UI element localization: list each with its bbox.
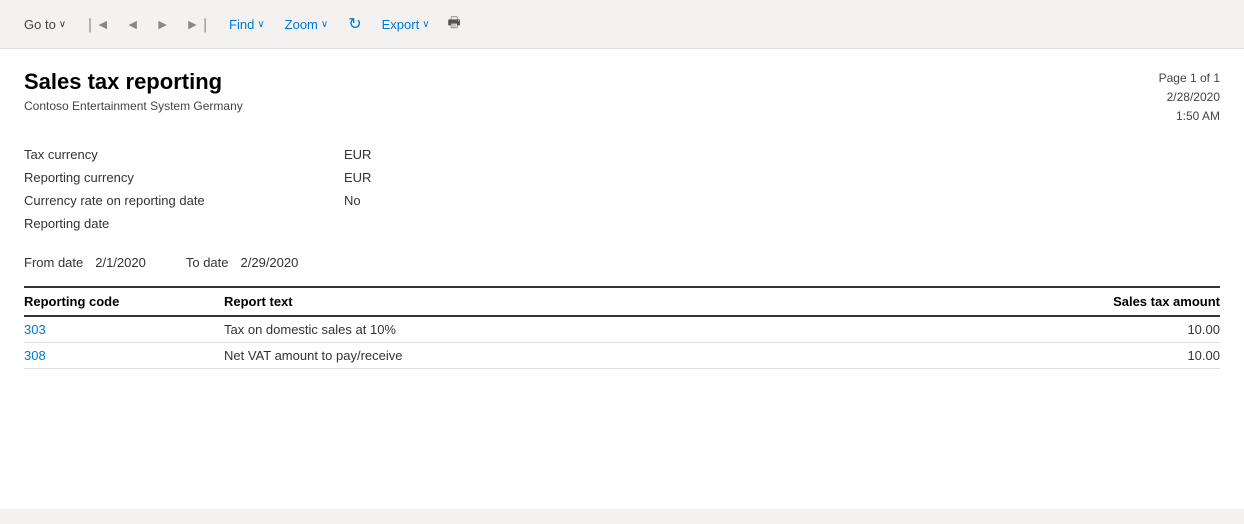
field-value-tax-currency: EUR	[344, 147, 371, 162]
table-cell-code[interactable]: 303	[24, 316, 224, 343]
page-info-line2: 2/28/2020	[1159, 88, 1220, 107]
zoom-button[interactable]: Zoom ∨	[277, 13, 337, 36]
report-header-left: Sales tax reporting Contoso Entertainmen…	[24, 69, 243, 113]
report-title: Sales tax reporting	[24, 69, 243, 95]
nav-first-button[interactable]: ❘◄	[78, 12, 116, 37]
toolbar: Go to ∨ ❘◄ ◄ ► ►❘ Find ∨ Zoom ∨ ↻ Export…	[0, 0, 1244, 49]
field-value-currency-rate: No	[344, 193, 361, 208]
date-range-row: From date 2/1/2020 To date 2/29/2020	[24, 247, 1220, 278]
col-header-code: Reporting code	[24, 287, 224, 316]
table-cell-amount: 10.00	[1060, 342, 1220, 368]
table-cell-amount: 10.00	[1060, 316, 1220, 343]
field-row-tax-currency: Tax currency EUR	[24, 143, 1220, 166]
table-row: 303Tax on domestic sales at 10%10.00	[24, 316, 1220, 343]
to-date-value: 2/29/2020	[241, 255, 299, 270]
page-info-line1: Page 1 of 1	[1159, 69, 1220, 88]
from-date-value: 2/1/2020	[95, 255, 146, 270]
export-label: Export	[382, 17, 420, 32]
print-icon: 🖶	[448, 14, 461, 30]
find-chevron-icon: ∨	[257, 19, 264, 30]
report-page-info: Page 1 of 1 2/28/2020 1:50 AM	[1159, 69, 1220, 127]
goto-label: Go to	[24, 17, 56, 32]
field-row-reporting-currency: Reporting currency EUR	[24, 166, 1220, 189]
report-table: Reporting code Report text Sales tax amo…	[24, 286, 1220, 369]
zoom-chevron-icon: ∨	[321, 19, 328, 30]
table-cell-text: Net VAT amount to pay/receive	[224, 342, 1060, 368]
field-value-reporting-currency: EUR	[344, 170, 371, 185]
refresh-button[interactable]: ↻	[340, 10, 369, 38]
report-header: Sales tax reporting Contoso Entertainmen…	[24, 69, 1220, 127]
field-label-reporting-date: Reporting date	[24, 216, 344, 231]
refresh-icon: ↻	[348, 14, 361, 34]
col-header-text: Report text	[224, 287, 1060, 316]
report-company: Contoso Entertainment System Germany	[24, 99, 243, 113]
zoom-label: Zoom	[285, 17, 318, 32]
to-date-label: To date	[186, 255, 229, 270]
table-header-row: Reporting code Report text Sales tax amo…	[24, 287, 1220, 316]
table-cell-text: Tax on domestic sales at 10%	[224, 316, 1060, 343]
goto-chevron-icon: ∨	[59, 19, 66, 30]
field-row-reporting-date: Reporting date	[24, 212, 1220, 235]
goto-button[interactable]: Go to ∨	[16, 13, 74, 36]
report-fields: Tax currency EUR Reporting currency EUR …	[24, 143, 1220, 235]
nav-prev-button[interactable]: ◄	[120, 12, 146, 36]
nav-next-button[interactable]: ►	[150, 12, 176, 36]
page-info-line3: 1:50 AM	[1159, 107, 1220, 126]
report-container: Sales tax reporting Contoso Entertainmen…	[0, 49, 1244, 509]
field-row-currency-rate: Currency rate on reporting date No	[24, 189, 1220, 212]
field-label-reporting-currency: Reporting currency	[24, 170, 344, 185]
export-chevron-icon: ∨	[422, 19, 429, 30]
find-button[interactable]: Find ∨	[221, 13, 273, 36]
table-cell-code[interactable]: 308	[24, 342, 224, 368]
from-date-label: From date	[24, 255, 83, 270]
table-row: 308Net VAT amount to pay/receive10.00	[24, 342, 1220, 368]
field-label-tax-currency: Tax currency	[24, 147, 344, 162]
print-button[interactable]: 🖶	[442, 8, 467, 40]
find-label: Find	[229, 17, 254, 32]
export-button[interactable]: Export ∨	[374, 13, 438, 36]
col-header-amount: Sales tax amount	[1060, 287, 1220, 316]
field-label-currency-rate: Currency rate on reporting date	[24, 193, 344, 208]
nav-last-button[interactable]: ►❘	[179, 12, 217, 37]
